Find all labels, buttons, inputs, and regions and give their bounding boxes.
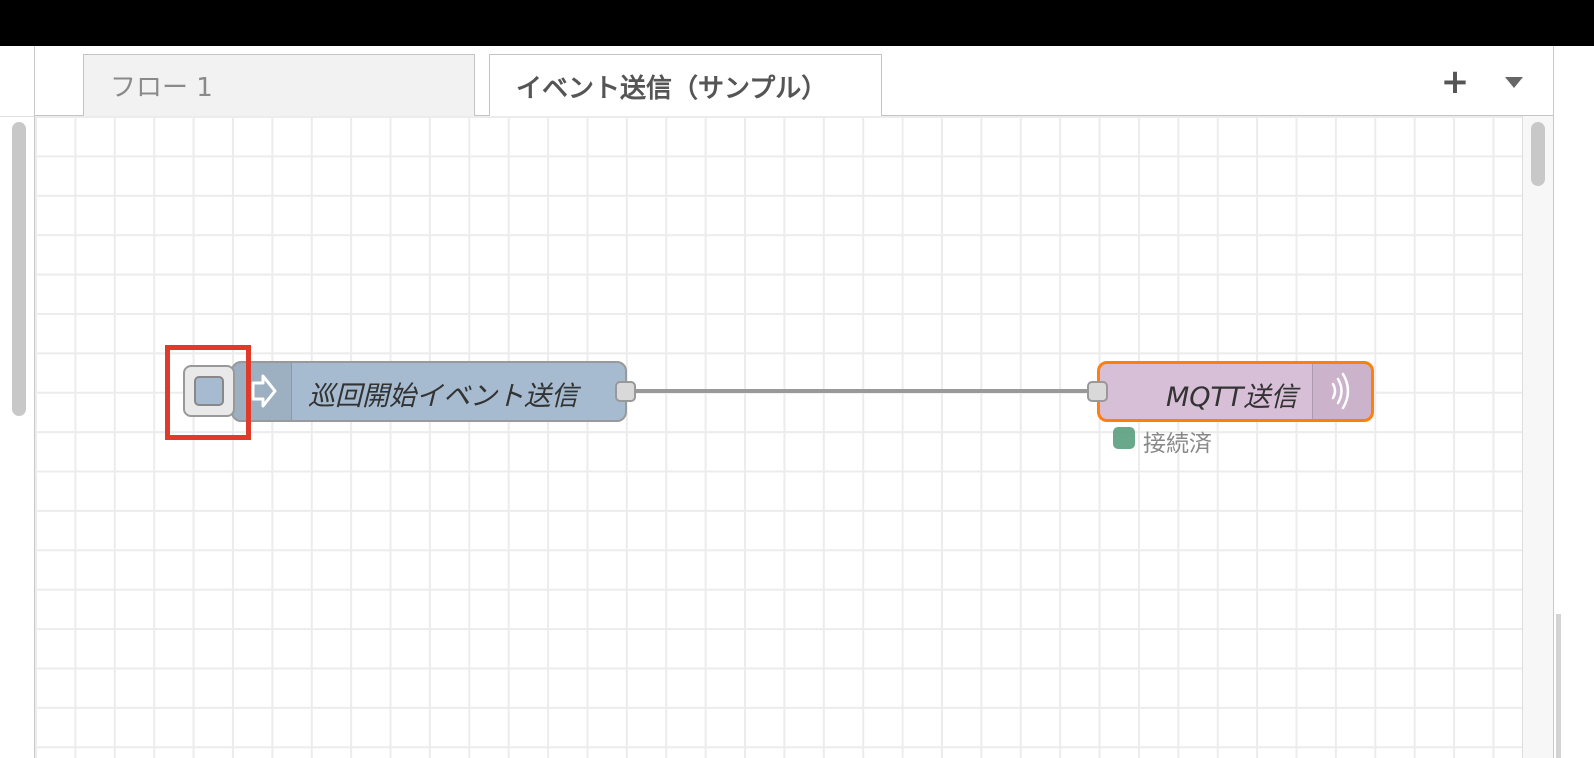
inject-node-label: 巡回開始イベント送信 <box>308 381 578 412</box>
inject-node[interactable]: 巡回開始イベント送信 <box>231 361 627 422</box>
left-panel-header <box>0 46 34 117</box>
right-sidebar-edge <box>1553 46 1594 758</box>
top-header-bar <box>0 0 1594 46</box>
canvas-vertical-scrollbar[interactable] <box>1522 116 1554 758</box>
status-text: 接続済 <box>1143 431 1212 457</box>
caret-down-icon[interactable] <box>1505 77 1523 88</box>
workspace-tab-bar: フロー 1 イベント送信（サンプル） + <box>35 46 1553 117</box>
plus-icon[interactable]: + <box>1435 65 1475 100</box>
status-indicator <box>1113 427 1135 449</box>
tab-label: フロー 1 <box>110 73 213 103</box>
mqtt-node-label: MQTT送信 <box>1166 382 1298 413</box>
tab-flow-1[interactable]: フロー 1 <box>83 54 475 116</box>
input-port[interactable] <box>1087 381 1108 402</box>
highlight-box <box>165 345 251 440</box>
tab-label: イベント送信（サンプル） <box>516 73 828 104</box>
scrollbar-thumb[interactable] <box>1531 122 1545 186</box>
flow-wire[interactable] <box>636 389 1090 393</box>
mqtt-out-node[interactable]: MQTT送信 <box>1097 361 1374 422</box>
tab-event-send-sample[interactable]: イベント送信（サンプル） <box>489 54 882 117</box>
broadcast-icon <box>1331 372 1350 410</box>
mqtt-node-icon-area <box>1312 364 1371 419</box>
output-port[interactable] <box>615 381 636 402</box>
sidebar-divider <box>1556 614 1561 758</box>
flow-canvas[interactable] <box>35 116 1522 758</box>
left-scrollbar-thumb[interactable] <box>12 122 26 416</box>
